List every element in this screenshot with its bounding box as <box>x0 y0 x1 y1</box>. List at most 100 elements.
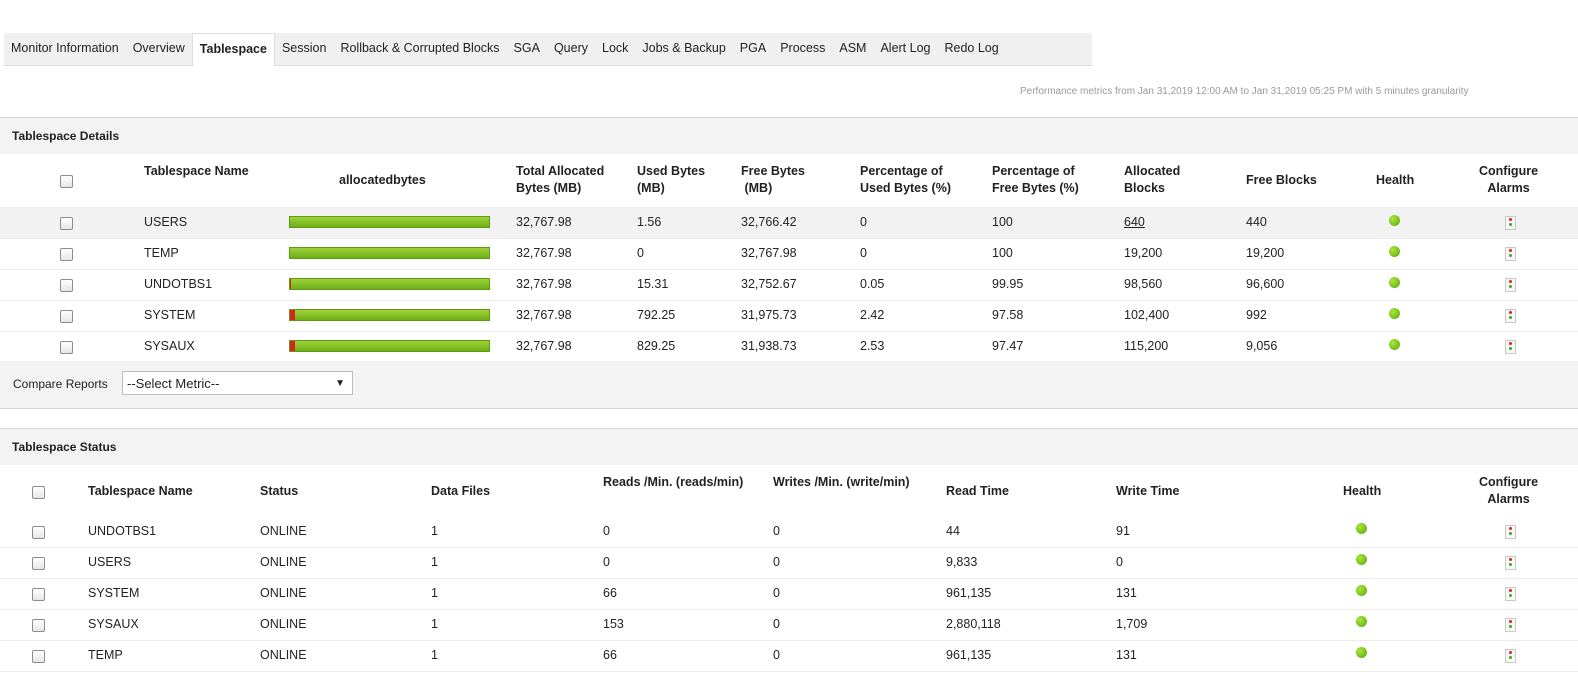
select-all-checkbox[interactable] <box>60 175 73 188</box>
col-read-time: Read Time <box>946 483 1009 500</box>
data-files-value: 1 <box>431 648 438 662</box>
tab-process[interactable]: Process <box>773 33 832 65</box>
configure-alarm-icon[interactable] <box>1505 525 1516 539</box>
tab-session[interactable]: Session <box>275 33 333 65</box>
data-files-value: 1 <box>431 586 438 600</box>
percent-used-value: 0 <box>860 246 867 260</box>
tablespace-name: USERS <box>88 555 131 569</box>
allocated-blocks-link[interactable]: 640 <box>1124 215 1145 229</box>
tab-alert-log[interactable]: Alert Log <box>873 33 937 65</box>
col-free-bytes: Free Bytes (MB) <box>741 163 805 197</box>
percent-used-value: 2.42 <box>860 308 884 322</box>
row-checkbox[interactable] <box>32 588 45 601</box>
tab-lock[interactable]: Lock <box>595 33 635 65</box>
configure-alarm-icon[interactable] <box>1505 587 1516 601</box>
configure-alarm-icon[interactable] <box>1505 278 1516 292</box>
section-title: Tablespace Details <box>0 118 1578 154</box>
used-bytes-value: 15.31 <box>637 277 668 291</box>
compare-reports-label: Compare Reports <box>13 377 108 391</box>
tab-query[interactable]: Query <box>547 33 595 65</box>
select-all-checkbox[interactable] <box>32 486 45 499</box>
used-bytes-value: 792.25 <box>637 308 675 322</box>
tab-pga[interactable]: PGA <box>733 33 773 65</box>
row-checkbox[interactable] <box>60 310 73 323</box>
read-time-value: 2,880,118 <box>946 617 1001 631</box>
total-allocated-value: 32,767.98 <box>516 308 572 322</box>
tablespace-name: TEMP <box>144 246 179 260</box>
details-header-row: Tablespace Name allocatedbytes Total All… <box>0 155 1578 207</box>
configure-alarm-icon[interactable] <box>1505 216 1516 230</box>
tab-tablespace[interactable]: Tablespace <box>192 33 275 67</box>
row-checkbox[interactable] <box>32 526 45 539</box>
row-checkbox[interactable] <box>32 619 45 632</box>
section-title: Tablespace Status <box>0 429 1578 465</box>
table-row: USERS32,767.981.5632,766.420100640440 <box>0 207 1578 239</box>
tab-monitor-information[interactable]: Monitor Information <box>4 33 126 65</box>
tab-redo-log[interactable]: Redo Log <box>937 33 1005 65</box>
health-ok-icon <box>1356 523 1367 534</box>
allocated-blocks-value: 102,400 <box>1124 308 1169 322</box>
tab-asm[interactable]: ASM <box>832 33 873 65</box>
configure-alarm-icon[interactable] <box>1505 247 1516 261</box>
health-ok-icon <box>1356 585 1367 596</box>
allocated-bytes-bar <box>289 340 490 352</box>
used-bytes-value: 0 <box>637 246 644 260</box>
used-bytes-fill <box>290 341 295 351</box>
tablespace-status-panel: Tablespace Status Tablespace Name Status… <box>0 428 1578 674</box>
health-ok-icon <box>1356 616 1367 627</box>
allocated-blocks-value: 115,200 <box>1124 339 1168 353</box>
table-row: UNDOTBS132,767.9815.3132,752.670.0599.95… <box>0 269 1578 301</box>
tab-jobs-backup[interactable]: Jobs & Backup <box>635 33 732 65</box>
configure-alarm-icon[interactable] <box>1505 309 1516 323</box>
row-checkbox[interactable] <box>60 341 73 354</box>
percent-free-value: 100 <box>992 246 1013 260</box>
select-metric-dropdown[interactable]: --Select Metric-- ▼ <box>122 371 353 395</box>
performance-range-note: Performance metrics from Jan 31,2019 12:… <box>1020 86 1469 97</box>
table-row: SYSAUXONLINE115302,880,1181,709 <box>0 609 1578 641</box>
read-time-value: 961,135 <box>946 586 991 600</box>
col-percent-free: Percentage ofFree Bytes (%) <box>992 163 1079 197</box>
free-bytes-value: 32,752.67 <box>741 277 797 291</box>
col-total-allocated: Total AllocatedBytes (MB) <box>516 163 604 197</box>
reads-per-min-value: 66 <box>603 586 617 600</box>
percent-used-value: 0 <box>860 215 867 229</box>
read-time-value: 9,833 <box>946 555 977 569</box>
tab-rollback-corrupted-blocks[interactable]: Rollback & Corrupted Blocks <box>333 33 506 65</box>
reads-per-min-value: 0 <box>603 555 610 569</box>
configure-alarm-icon[interactable] <box>1505 556 1516 570</box>
configure-alarm-icon[interactable] <box>1505 649 1516 663</box>
row-checkbox[interactable] <box>32 557 45 570</box>
configure-alarm-icon[interactable] <box>1505 340 1516 354</box>
tab-overview[interactable]: Overview <box>126 33 192 65</box>
percent-free-value: 99.95 <box>992 277 1023 291</box>
health-ok-icon <box>1389 339 1400 350</box>
tablespace-name: SYSAUX <box>88 617 139 631</box>
row-checkbox[interactable] <box>32 650 45 663</box>
row-checkbox[interactable] <box>60 248 73 261</box>
allocated-blocks-value: 19,200 <box>1124 246 1162 260</box>
col-data-files: Data Files <box>431 483 490 500</box>
status-value: ONLINE <box>260 586 307 600</box>
health-ok-icon <box>1356 554 1367 565</box>
tablespace-details-panel: Tablespace Details Tablespace Name alloc… <box>0 117 1578 408</box>
reads-per-min-value: 66 <box>603 648 617 662</box>
write-time-value: 131 <box>1116 648 1137 662</box>
tablespace-name: SYSTEM <box>144 308 195 322</box>
tab-sga[interactable]: SGA <box>507 33 547 65</box>
compare-reports-bar: Compare Reports --Select Metric-- ▼ <box>0 361 1578 409</box>
col-status: Status <box>260 483 298 500</box>
col-tablespace-name: Tablespace Name <box>144 163 249 180</box>
data-files-value: 1 <box>431 617 438 631</box>
health-ok-icon <box>1389 246 1400 257</box>
chevron-down-icon: ▼ <box>335 372 345 396</box>
row-checkbox[interactable] <box>60 217 73 230</box>
configure-alarm-icon[interactable] <box>1505 618 1516 632</box>
writes-per-min-value: 0 <box>773 648 780 662</box>
row-checkbox[interactable] <box>60 279 73 292</box>
health-ok-icon <box>1356 647 1367 658</box>
allocated-bytes-bar <box>289 216 490 228</box>
total-allocated-value: 32,767.98 <box>516 277 572 291</box>
col-allocatedbytes: allocatedbytes <box>339 172 426 189</box>
percent-used-value: 0.05 <box>860 277 884 291</box>
free-blocks-value: 9,056 <box>1246 339 1277 353</box>
